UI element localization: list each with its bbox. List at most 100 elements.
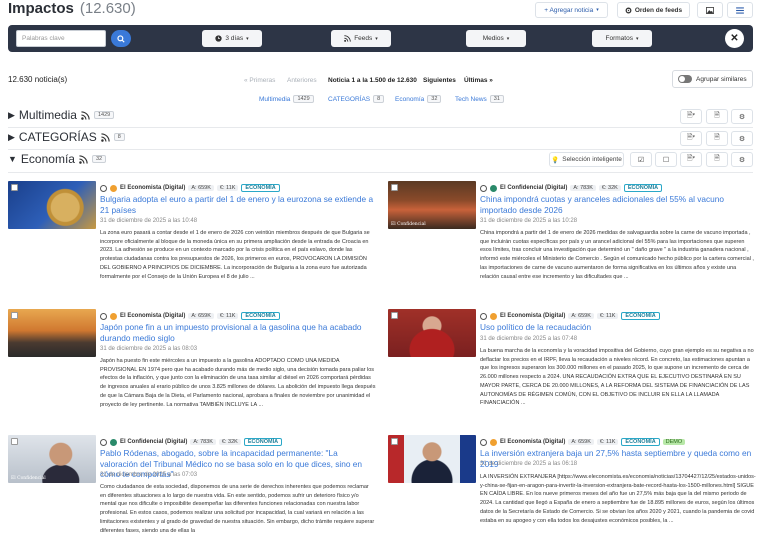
feeds-dropdown[interactable]: Feeds ▾	[331, 30, 391, 47]
article-thumbnail[interactable]	[388, 309, 476, 357]
demo-badge: DEMO	[662, 439, 686, 445]
pager-last[interactable]: Últimas »	[464, 77, 493, 84]
select-checkbox[interactable]	[391, 184, 398, 191]
topic-badge[interactable]: ECONOMÍA	[621, 312, 660, 320]
formats-dropdown[interactable]: Formatos ▾	[592, 30, 652, 47]
article-source[interactable]: El Economista (Digital)	[120, 185, 185, 191]
days-dropdown[interactable]: 3 días ▾	[202, 30, 262, 47]
source-logo-icon	[490, 438, 497, 446]
article-thumbnail[interactable]	[8, 309, 96, 357]
article-thumbnail[interactable]	[388, 435, 476, 483]
article-source[interactable]: El Economista (Digital)	[120, 313, 185, 319]
article-source[interactable]: El Economista (Digital)	[500, 439, 565, 445]
quick-link-label: Tech News	[455, 95, 487, 103]
quick-link-label: Multimedia	[259, 95, 291, 103]
export-doc-dropdown[interactable]: 🗎▾	[680, 109, 702, 124]
select-checkbox[interactable]	[11, 438, 18, 445]
globe-icon	[480, 184, 487, 192]
thumbnail-caption: El Confidencial	[391, 222, 426, 227]
article-source[interactable]: El Economista (Digital)	[500, 313, 565, 319]
report-button[interactable]: 🗎	[706, 131, 728, 146]
article-meta: El Confidencial (Digital) A: 783K €: 32K…	[100, 437, 283, 447]
pager-first[interactable]: « Primeras	[244, 77, 275, 84]
value-stat: €: 11K	[216, 313, 239, 319]
audience-stat: A: 783K	[190, 439, 216, 445]
topic-badge[interactable]: ECONOMÍA	[243, 438, 283, 446]
report-button[interactable]: 🗎	[706, 109, 728, 124]
source-logo-icon	[110, 438, 117, 446]
total-count: (12.630)	[79, 0, 136, 17]
results-total: 12.630 noticia(s)	[8, 75, 68, 84]
pager-next[interactable]: Siguientes	[423, 77, 456, 84]
value-stat: €: 32K	[598, 185, 621, 191]
article-headline[interactable]: Uso político de la recaudación	[480, 322, 755, 333]
article-meta: El Economista (Digital) A: 659K €: 11K E…	[100, 311, 280, 321]
section-settings-button[interactable]: ⚙	[731, 131, 753, 146]
article-thumbnail[interactable]	[8, 181, 96, 229]
section-economia[interactable]: ▼ Economía 32	[8, 152, 107, 166]
caret-down-icon: ▾	[596, 7, 599, 13]
article-card: El Economista (Digital) A: 659K €: 11K E…	[8, 309, 378, 427]
topic-badge[interactable]: ECONOMÍA	[623, 184, 663, 192]
section-count: 8	[113, 133, 125, 141]
keywords-input[interactable]: Palabras clave	[16, 30, 106, 47]
quick-link-multimedia[interactable]: Multimedia 1429	[259, 95, 314, 103]
source-logo-icon	[490, 184, 497, 192]
caret-down-icon: ▾	[375, 35, 378, 42]
smart-select-button[interactable]: 💡 Selección inteligente	[549, 152, 624, 167]
rss-icon	[81, 110, 90, 120]
caret-down-icon: ▾	[635, 35, 639, 42]
document-icon: 🗎	[714, 112, 720, 119]
article-body: China impondrá a partir del 1 de enero d…	[480, 230, 754, 280]
report-button[interactable]: 🗎	[706, 152, 728, 167]
deselect-button[interactable]: ☐	[655, 152, 677, 167]
add-news-button[interactable]: + Agregar noticia ▾	[535, 2, 608, 18]
quick-link-categorias[interactable]: CATEGORÍAS 8	[328, 95, 385, 103]
article-meta: El Confidencial (Digital) A: 783K €: 32K…	[480, 183, 663, 193]
article-date: 31 de diciembre de 2025 a las 07:48	[480, 336, 578, 342]
section-categorias[interactable]: ▶ CATEGORÍAS 8	[8, 130, 125, 144]
article-thumbnail[interactable]: El Confidencial	[388, 181, 476, 229]
export-doc-dropdown[interactable]: 🗎▾	[680, 152, 702, 167]
days-label: 3 días	[225, 35, 244, 42]
divider	[8, 149, 753, 150]
topic-badge[interactable]: ECONOMÍA	[241, 184, 280, 192]
article-card: El Economista (Digital) A: 659K €: 11K E…	[388, 309, 758, 427]
audience-stat: A: 659K	[188, 185, 214, 191]
select-checkbox[interactable]	[391, 438, 398, 445]
article-headline[interactable]: Bulgaria adopta el euro a partir del 1 d…	[100, 194, 375, 215]
checkbox-empty-icon: ☐	[662, 156, 670, 164]
gear-icon: ⚙	[738, 156, 746, 164]
section-multimedia[interactable]: ▶ Multimedia 1429	[8, 108, 115, 122]
quick-link-tech-news[interactable]: Tech News 31	[455, 95, 504, 103]
section-settings-button[interactable]: ⚙	[731, 152, 753, 167]
article-headline[interactable]: Japón pone fin a un impuesto provisional…	[100, 322, 375, 343]
article-headline[interactable]: China impondrá cuotas y aranceles adicio…	[480, 194, 755, 215]
section-settings-button[interactable]: ⚙	[731, 109, 753, 124]
select-checkbox[interactable]	[391, 312, 398, 319]
article-source[interactable]: El Confidencial (Digital)	[500, 185, 567, 191]
media-dropdown[interactable]: Medios ▾	[466, 30, 526, 47]
divider	[8, 127, 753, 128]
list-view-button[interactable]	[727, 2, 753, 18]
pager-prev[interactable]: Anteriores	[287, 77, 317, 84]
group-similar-toggle[interactable]: Agrupar similares	[672, 70, 753, 88]
quick-link-label: Economía	[395, 95, 425, 103]
search-button[interactable]	[111, 30, 131, 47]
topic-badge[interactable]: ECONOMÍA	[621, 438, 660, 446]
select-all-button[interactable]: ☑	[630, 152, 652, 167]
thumbnail-caption: El Confidencial	[11, 476, 46, 481]
export-doc-dropdown[interactable]: 🗎▾	[680, 131, 702, 146]
close-filters-button[interactable]: ✕	[725, 29, 744, 48]
feed-order-button[interactable]: Orden de feeds	[617, 2, 690, 18]
article-thumbnail[interactable]: El Confidencial	[8, 435, 96, 483]
article-source[interactable]: El Confidencial (Digital)	[120, 439, 187, 445]
quick-link-economia[interactable]: Economía 32	[395, 95, 442, 103]
select-checkbox[interactable]	[11, 184, 18, 191]
export-button[interactable]	[697, 2, 723, 18]
audience-stat: A: 659K	[568, 439, 594, 445]
topic-badge[interactable]: ECONOMÍA	[241, 312, 280, 320]
value-stat: €: 11K	[596, 313, 619, 319]
article-meta: El Economista (Digital) A: 659K €: 11K E…	[480, 311, 660, 321]
select-checkbox[interactable]	[11, 312, 18, 319]
